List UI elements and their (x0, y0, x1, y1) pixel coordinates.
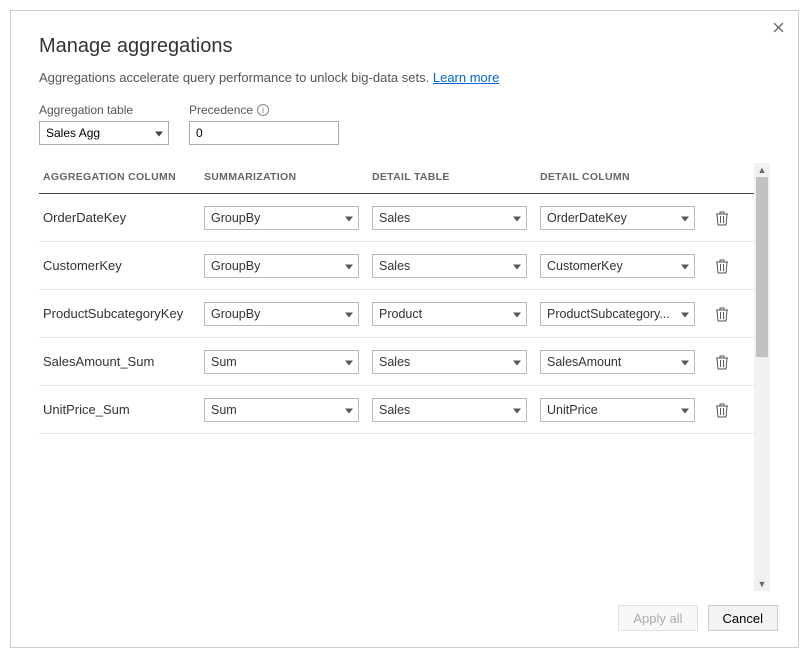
aggregation-table: AGGREGATION COLUMN SUMMARIZATION DETAIL … (39, 163, 754, 591)
precedence-label: Precedence i (189, 103, 339, 117)
detail-column-select[interactable]: SalesAmount (540, 350, 695, 374)
header-detail-col: DETAIL COLUMN (540, 171, 708, 183)
agg-table-label: Aggregation table (39, 103, 169, 117)
agg-column-name: UnitPrice_Sum (39, 402, 204, 417)
agg-column-name: SalesAmount_Sum (39, 354, 204, 369)
detail-table-select[interactable]: Product (372, 302, 527, 326)
delete-row-button[interactable] (708, 306, 736, 322)
table-row: SalesAmount_SumSum Sales SalesAmount (39, 338, 754, 386)
agg-column-name: ProductSubcategoryKey (39, 306, 204, 321)
detail-column-select[interactable]: ProductSubcategory... (540, 302, 695, 326)
close-button[interactable] (770, 19, 786, 35)
precedence-input[interactable] (189, 121, 339, 145)
detail-table-select[interactable]: Sales (372, 350, 527, 374)
scroll-up-arrow[interactable]: ▲ (754, 163, 770, 177)
agg-column-name: OrderDateKey (39, 210, 204, 225)
summarization-select[interactable]: GroupBy (204, 206, 359, 230)
summarization-select[interactable]: Sum (204, 350, 359, 374)
table-row: ProductSubcategoryKeyGroupBy Product Produ… (39, 290, 754, 338)
agg-table-value: Sales Agg (46, 126, 100, 140)
scroll-thumb[interactable] (756, 177, 768, 357)
table-row: UnitPrice_SumSum Sales UnitPrice (39, 386, 754, 434)
dialog-footer: Apply all Cancel (11, 591, 798, 647)
header-agg-col: AGGREGATION COLUMN (39, 171, 204, 183)
agg-column-name: CustomerKey (39, 258, 204, 273)
delete-row-button[interactable] (708, 402, 736, 418)
dialog-description: Aggregations accelerate query performanc… (39, 70, 770, 85)
learn-more-link[interactable]: Learn more (433, 70, 499, 85)
header-summarization: SUMMARIZATION (204, 171, 372, 183)
detail-column-select[interactable]: CustomerKey (540, 254, 695, 278)
table-row: CustomerKeyGroupBySalesCustomerKey (39, 242, 754, 290)
scroll-down-arrow[interactable]: ▼ (754, 577, 770, 591)
info-icon[interactable]: i (257, 104, 269, 116)
detail-column-select[interactable]: OrderDateKey (540, 206, 695, 230)
vertical-scrollbar[interactable]: ▲ ▼ (754, 163, 770, 591)
detail-table-select[interactable]: Sales (372, 206, 527, 230)
apply-all-button[interactable]: Apply all (618, 605, 697, 631)
table-header: AGGREGATION COLUMN SUMMARIZATION DETAIL … (39, 163, 754, 194)
table-row: OrderDateKeyGroupBySalesOrderDateKey (39, 194, 754, 242)
detail-column-select[interactable]: UnitPrice (540, 398, 695, 422)
description-text: Aggregations accelerate query performanc… (39, 70, 429, 85)
precedence-label-text: Precedence (189, 103, 253, 117)
delete-row-button[interactable] (708, 354, 736, 370)
summarization-select[interactable]: GroupBy (204, 254, 359, 278)
delete-row-button[interactable] (708, 210, 736, 226)
detail-table-select[interactable]: Sales (372, 254, 527, 278)
header-detail-table: DETAIL TABLE (372, 171, 540, 183)
agg-table-select[interactable]: Sales Agg (39, 121, 169, 145)
cancel-button[interactable]: Cancel (708, 605, 778, 631)
detail-table-select[interactable]: Sales (372, 398, 527, 422)
summarization-select[interactable]: GroupBy (204, 302, 359, 326)
dialog-title: Manage aggregations (39, 35, 770, 58)
delete-row-button[interactable] (708, 258, 736, 274)
summarization-select[interactable]: Sum (204, 398, 359, 422)
manage-aggregations-dialog: Manage aggregations Aggregations acceler… (10, 10, 799, 648)
